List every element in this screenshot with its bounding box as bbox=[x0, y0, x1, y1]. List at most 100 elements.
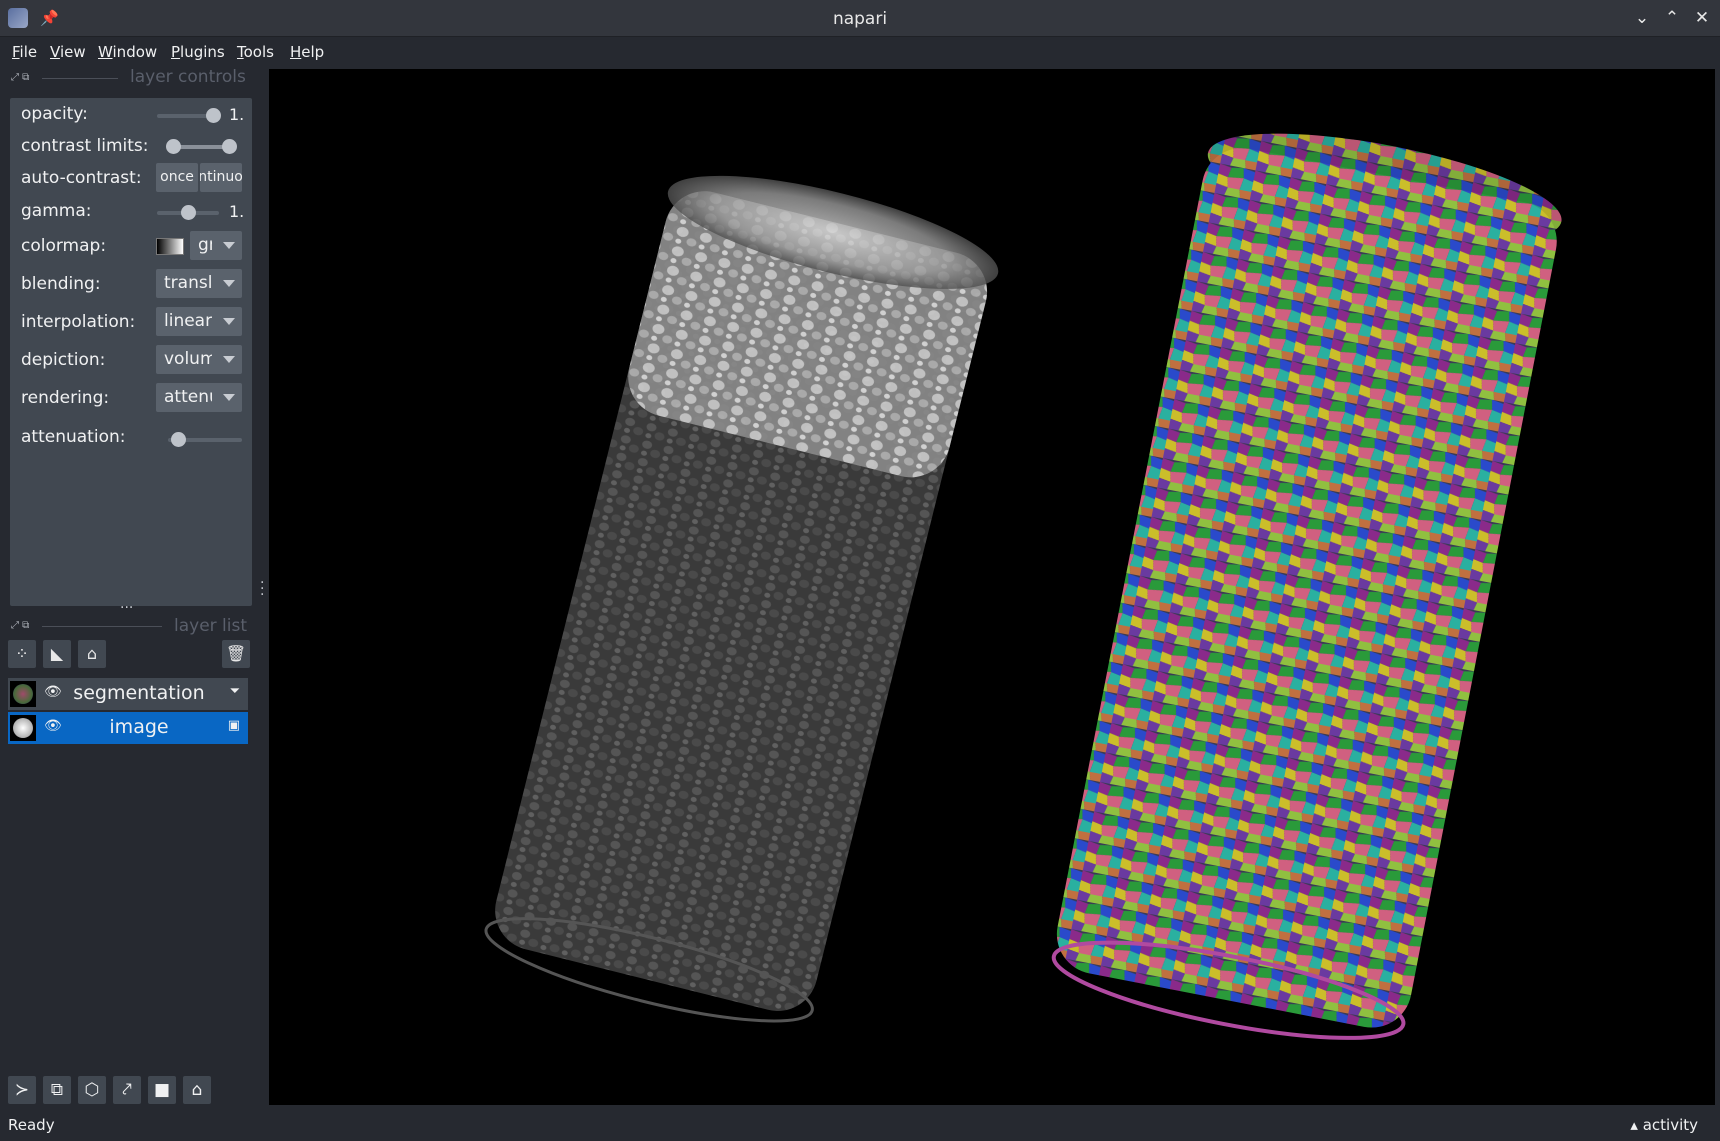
menu-bar: File View Window Plugins Tools Help bbox=[0, 38, 1720, 69]
volume-render bbox=[484, 133, 1562, 1040]
segmentation-volume bbox=[1051, 133, 1562, 1040]
title-bar: 📌 napari ⌄ ⌃ ✕ bbox=[0, 0, 1720, 37]
menu-file[interactable]: File bbox=[12, 43, 37, 61]
opacity-row: opacity: 1. bbox=[10, 99, 252, 129]
layer-item-segmentation[interactable]: 👁 segmentation ⏷ bbox=[8, 678, 248, 710]
depiction-value: volume bbox=[164, 349, 212, 369]
status-bar: Ready ▴ activity bbox=[0, 1106, 1720, 1141]
contrast-limits-row: contrast limits: bbox=[10, 131, 252, 161]
colormap-value: gray bbox=[198, 235, 212, 255]
activity-button[interactable]: ▴ activity bbox=[1630, 1116, 1698, 1134]
home-icon[interactable]: ⌂ bbox=[183, 1076, 211, 1104]
dock-float-icon[interactable]: ⤢ ⧉ bbox=[11, 620, 29, 631]
section-divider bbox=[42, 626, 162, 627]
section-divider bbox=[42, 78, 118, 79]
attenuation-row: attenuation: bbox=[10, 422, 252, 452]
rendering-row: rendering: attenuated_mip bbox=[10, 383, 252, 413]
colormap-label: colormap: bbox=[21, 236, 107, 256]
transpose-dims-icon[interactable]: ⤤ bbox=[113, 1076, 141, 1104]
activity-label: activity bbox=[1642, 1116, 1698, 1134]
layer-item-image[interactable]: 👁 image ▣ bbox=[8, 712, 248, 744]
close-button[interactable]: ✕ bbox=[1690, 6, 1714, 30]
image-layer-icon: ▣ bbox=[227, 718, 240, 733]
opacity-value: 1. bbox=[229, 105, 245, 124]
menu-view[interactable]: View bbox=[50, 43, 86, 61]
contrast-limits-label: contrast limits: bbox=[21, 136, 149, 156]
gamma-value: 1. bbox=[229, 202, 245, 221]
rendering-value: attenuated_mip bbox=[164, 387, 212, 407]
chevron-down-icon bbox=[223, 280, 235, 287]
layer-thumbnail bbox=[10, 715, 36, 741]
splitter-handle-vertical[interactable]: · · · bbox=[260, 576, 264, 602]
opacity-slider[interactable] bbox=[157, 108, 221, 123]
chevron-down-icon bbox=[223, 242, 235, 249]
interpolation-label: interpolation: bbox=[21, 312, 136, 332]
auto-contrast-label: auto-contrast: bbox=[21, 168, 142, 188]
gamma-slider[interactable] bbox=[157, 205, 219, 220]
gamma-row: gamma: 1. bbox=[10, 196, 252, 226]
contrast-limits-slider[interactable] bbox=[166, 139, 237, 154]
interpolation-value: linear bbox=[164, 311, 212, 331]
blending-label: blending: bbox=[21, 274, 101, 294]
layer-name[interactable]: image bbox=[64, 716, 214, 738]
visibility-eye-icon[interactable]: 👁 bbox=[44, 718, 62, 734]
rendering-combo[interactable]: attenuated_mip bbox=[156, 383, 242, 412]
labels-layer-icon: ⏷ bbox=[229, 684, 240, 699]
minimize-button[interactable]: ⌄ bbox=[1630, 6, 1654, 30]
attenuation-slider-handle[interactable] bbox=[171, 432, 186, 447]
delete-layer-icon[interactable]: 🗑 bbox=[222, 640, 250, 668]
auto-contrast-once-button[interactable]: once bbox=[156, 163, 198, 192]
menu-window[interactable]: Window bbox=[98, 43, 157, 61]
segmentation-volume-body bbox=[1056, 148, 1557, 1028]
chevron-down-icon bbox=[223, 318, 235, 325]
opacity-label: opacity: bbox=[21, 104, 88, 124]
viewer-canvas[interactable] bbox=[269, 69, 1715, 1105]
image-volume bbox=[484, 175, 999, 1023]
dock-float-icon[interactable]: ⤢ ⧉ bbox=[11, 72, 29, 83]
colormap-swatch bbox=[156, 238, 184, 255]
auto-contrast-continuous-button[interactable]: continuous bbox=[200, 163, 242, 192]
attenuation-slider[interactable] bbox=[168, 432, 242, 447]
layer-list-title: layer list bbox=[174, 616, 248, 636]
layer-thumbnail bbox=[10, 681, 36, 707]
depiction-combo[interactable]: volume bbox=[156, 345, 242, 374]
layer-controls-panel: opacity: 1. contrast limits: auto-contra… bbox=[10, 98, 252, 606]
menu-tools[interactable]: Tools bbox=[237, 43, 274, 61]
new-labels-icon[interactable]: ⌂ bbox=[78, 640, 106, 668]
contrast-low-handle[interactable] bbox=[166, 139, 181, 154]
maximize-button[interactable]: ⌃ bbox=[1660, 6, 1684, 30]
gamma-label: gamma: bbox=[21, 201, 92, 221]
chevron-down-icon bbox=[223, 356, 235, 363]
caret-up-icon: ▴ bbox=[1630, 1116, 1638, 1134]
visibility-eye-icon[interactable]: 👁 bbox=[44, 684, 62, 700]
status-text: Ready bbox=[8, 1116, 55, 1134]
blending-row: blending: translucent bbox=[10, 269, 252, 299]
contrast-high-handle[interactable] bbox=[222, 139, 237, 154]
attenuation-label: attenuation: bbox=[21, 427, 126, 447]
chevron-down-icon bbox=[223, 394, 235, 401]
menu-plugins[interactable]: Plugins bbox=[171, 43, 225, 61]
layer-controls-title: layer controls bbox=[130, 67, 246, 87]
depiction-row: depiction: volume bbox=[10, 345, 252, 375]
rendering-label: rendering: bbox=[21, 388, 110, 408]
layer-name[interactable]: segmentation bbox=[64, 682, 214, 704]
interpolation-combo[interactable]: linear bbox=[156, 307, 242, 336]
opacity-slider-handle[interactable] bbox=[206, 108, 221, 123]
gamma-slider-handle[interactable] bbox=[181, 205, 196, 220]
interpolation-row: interpolation: linear bbox=[10, 307, 252, 337]
ndisplay-toggle-icon[interactable]: ⧉ bbox=[43, 1076, 71, 1104]
blending-value: translucent bbox=[164, 273, 212, 293]
depiction-label: depiction: bbox=[21, 350, 106, 370]
blending-combo[interactable]: translucent bbox=[156, 269, 242, 298]
window-title: napari bbox=[832, 9, 888, 29]
new-points-icon[interactable]: ⁘ bbox=[8, 640, 36, 668]
colormap-row: colormap: gray bbox=[10, 231, 252, 261]
roll-dims-icon[interactable]: ⬡ bbox=[78, 1076, 106, 1104]
new-shapes-icon[interactable]: ◣ bbox=[43, 640, 71, 668]
colormap-combo[interactable]: gray bbox=[190, 231, 242, 260]
menu-help[interactable]: Help bbox=[290, 43, 324, 61]
grid-mode-icon[interactable]: ■ bbox=[148, 1076, 176, 1104]
auto-contrast-row: auto-contrast: once continuous bbox=[10, 163, 252, 193]
console-icon[interactable]: ≻ bbox=[8, 1076, 36, 1104]
splitter-handle-horizontal[interactable]: ··· bbox=[120, 600, 133, 616]
